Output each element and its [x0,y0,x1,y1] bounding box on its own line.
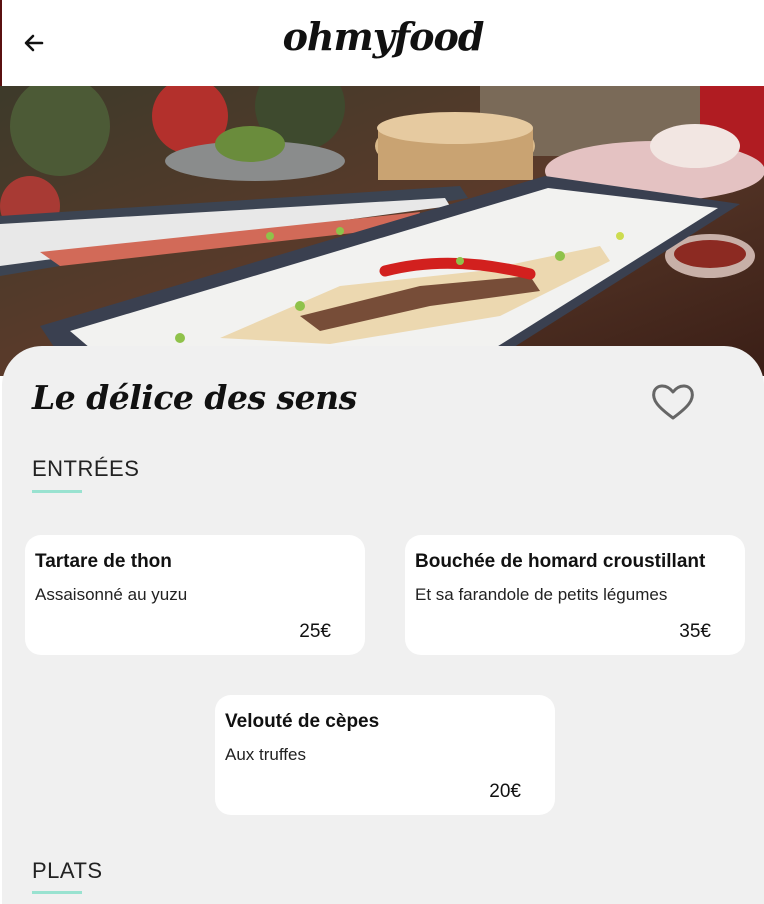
section-title-plats: PLATS [32,858,103,883]
menu-item-price: 20€ [489,781,521,802]
restaurant-name: Le délice des sens [32,378,357,417]
menu-item-name: Velouté de cèpes [225,711,380,732]
menu-item-card[interactable]: Tartare de thon Assaisonné au yuzu 25€ [25,535,365,655]
menu-item-card[interactable]: Bouchée de homard croustillant Et sa far… [405,535,745,655]
app-logo[interactable]: ohmyfood [2,14,764,59]
section-title-entrees: ENTRÉES [32,456,140,481]
app-header: ohmyfood [0,0,764,86]
menu-item-description: Aux truffes [225,745,306,764]
menu-item-name: Bouchée de homard croustillant [415,551,706,572]
section-underline [32,490,82,493]
menu-item-price: 35€ [679,621,711,642]
restaurant-hero-image [0,86,764,376]
restaurant-menu-panel: Le délice des sens ENTRÉES Tartare de th… [2,346,764,904]
heart-outline-icon [652,384,694,420]
menu-item-description: Et sa farandole de petits légumes [415,585,668,604]
favorite-button[interactable] [650,382,696,422]
menu-item-price: 25€ [299,621,331,642]
menu-item-name: Tartare de thon [35,551,172,572]
menu-item-description: Assaisonné au yuzu [35,585,188,604]
section-underline [32,891,82,894]
menu-item-card[interactable]: Velouté de cèpes Aux truffes 20€ [215,695,555,815]
